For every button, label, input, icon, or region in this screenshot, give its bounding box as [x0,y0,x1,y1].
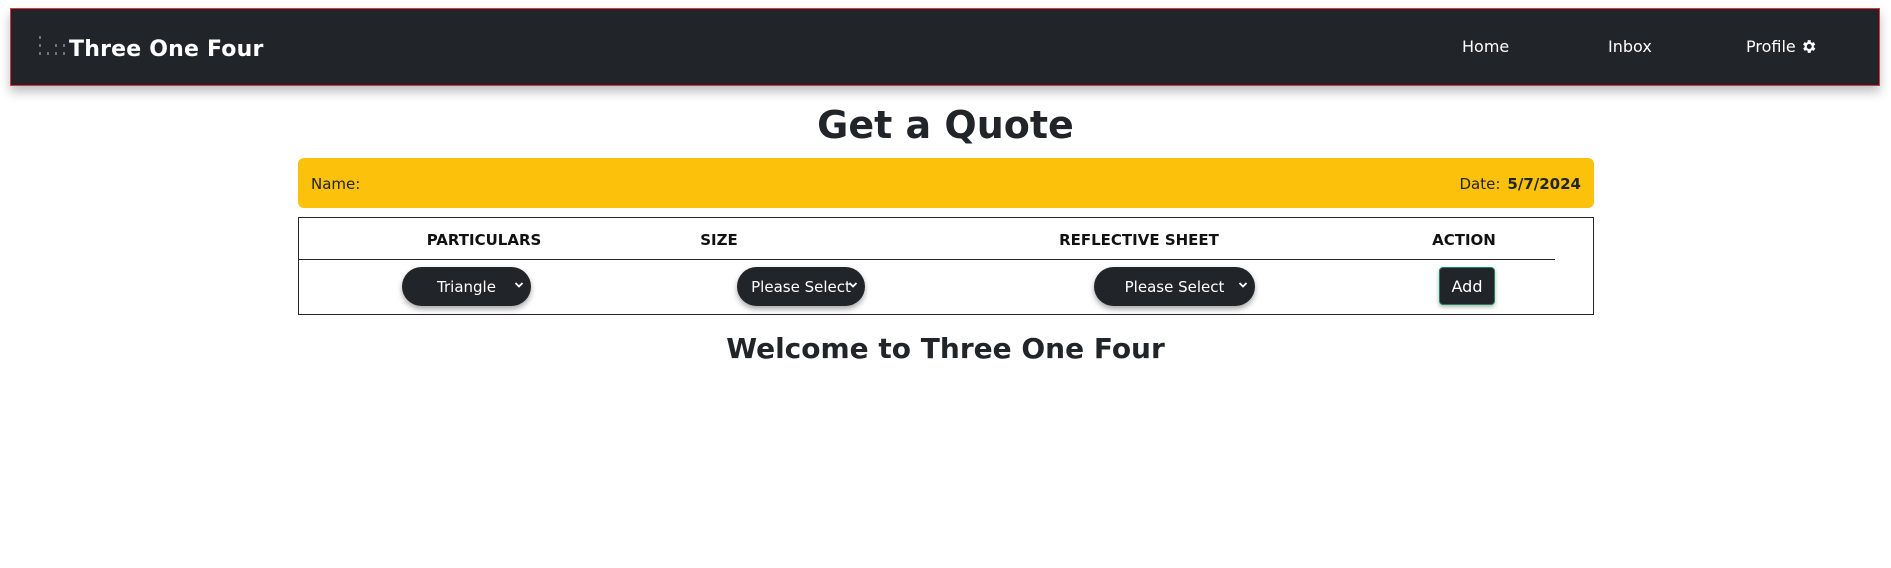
date-display: Date: 5/7/2024 [1460,175,1582,193]
page-title: Get a Quote [817,103,1074,147]
welcome-heading: Welcome to Three One Four [726,332,1165,365]
add-button[interactable]: Add [1439,267,1495,305]
reflective-sheet-select[interactable]: Please Select [1094,267,1255,306]
brand[interactable]: Three One Four [27,33,264,65]
nav-profile-label: Profile [1746,37,1796,56]
dots-logo-icon [27,34,69,64]
top-navbar: Three One Four Home Inbox Profile [10,8,1880,86]
name-label: Name: [311,175,361,193]
size-value: Please Select [751,277,851,296]
header-reflective-sheet: REFLECTIVE SHEET [1059,231,1219,249]
header-action: ACTION [1432,231,1496,249]
nav-inbox-link[interactable]: Inbox [1608,37,1652,56]
date-value: 5/7/2024 [1507,175,1581,193]
chevron-down-icon [848,282,858,288]
chevron-down-icon [1238,282,1248,288]
header-particulars: PARTICULARS [426,231,542,249]
quote-info-bar: Name: Date: 5/7/2024 [298,158,1594,208]
header-size: SIZE [700,231,738,249]
nav-home-link[interactable]: Home [1462,37,1509,56]
chevron-down-icon [514,282,524,288]
reflective-sheet-value: Please Select [1124,277,1225,296]
nav-profile-link[interactable]: Profile [1746,37,1817,56]
gear-icon [1802,40,1816,53]
header-divider [299,259,1555,260]
date-label: Date: [1459,175,1501,193]
quote-table: PARTICULARS SIZE REFLECTIVE SHEET ACTION… [298,217,1594,315]
brand-name: Three One Four [69,36,264,62]
size-select[interactable]: Please Select [737,267,865,306]
particulars-value: Triangle [437,277,496,296]
particulars-select[interactable]: Triangle [402,267,531,306]
